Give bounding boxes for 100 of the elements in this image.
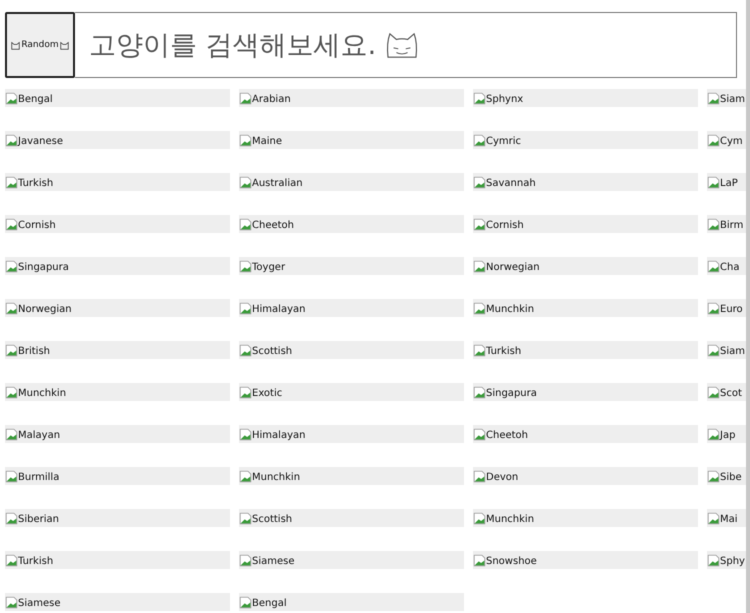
broken-image-icon <box>5 344 18 357</box>
alt-text: Malayan <box>18 429 60 443</box>
search-field[interactable]: 고양이를 검색해보세요. <box>75 12 737 78</box>
broken-image-icon <box>707 344 720 357</box>
broken-image-icon <box>5 554 18 567</box>
alt-text: Cheetoh <box>486 429 528 443</box>
broken-image-icon <box>473 512 486 525</box>
alt-text: Cym <box>720 135 743 149</box>
alt-text: Munchkin <box>252 471 300 485</box>
alt-text: Toyger <box>252 261 286 275</box>
broken-image-icon <box>473 302 486 315</box>
broken-image-icon <box>473 428 486 441</box>
broken-image-icon <box>239 302 252 315</box>
alt-text: Siam <box>720 345 745 359</box>
alt-text: Cornish <box>486 219 524 233</box>
broken-image-icon <box>473 218 486 231</box>
alt-text: Himalayan <box>252 429 306 443</box>
broken-image-icon <box>5 218 18 231</box>
alt-text: Jap <box>720 429 736 443</box>
alt-text: Snowshoe <box>486 555 537 569</box>
alt-text: Turkish <box>18 177 54 191</box>
alt-text: Siam <box>720 93 745 107</box>
alt-text: Sphynx <box>486 93 524 107</box>
broken-image-icon <box>5 386 18 399</box>
alt-text: Australian <box>252 177 303 191</box>
alt-text: Norwegian <box>486 261 540 275</box>
broken-image-icon <box>5 134 18 147</box>
broken-image-icon <box>239 92 252 105</box>
broken-image-icon <box>707 428 720 441</box>
random-button[interactable]: Random <box>5 12 75 78</box>
broken-image-icon <box>707 92 720 105</box>
alt-text: Javanese <box>18 135 63 149</box>
scrollbar[interactable] <box>746 0 750 613</box>
alt-text: Exotic <box>252 387 282 401</box>
alt-text: Scottish <box>252 513 292 527</box>
alt-text: Savannah <box>486 177 536 191</box>
broken-image-icon <box>473 386 486 399</box>
broken-image-icon <box>473 176 486 189</box>
broken-image-icon <box>473 134 486 147</box>
alt-text: LaP <box>720 177 738 191</box>
broken-image-icon <box>707 176 720 189</box>
alt-text: Devon <box>486 471 518 485</box>
broken-image-icon <box>473 554 486 567</box>
broken-image-icon <box>239 344 252 357</box>
broken-image-icon <box>5 512 18 525</box>
broken-image-icon <box>707 470 720 483</box>
alt-text: British <box>18 345 50 359</box>
alt-text: Birm <box>720 219 744 233</box>
alt-text: Turkish <box>486 345 522 359</box>
broken-image-icon <box>5 428 18 441</box>
broken-image-icon <box>239 260 252 273</box>
alt-text: Burmilla <box>18 471 60 485</box>
broken-image-icon <box>5 260 18 273</box>
alt-text: Siamese <box>18 597 61 611</box>
alt-text: Cheetoh <box>252 219 294 233</box>
broken-image-icon <box>239 386 252 399</box>
broken-image-icon <box>239 470 252 483</box>
broken-image-icon <box>239 554 252 567</box>
alt-text: Cha <box>720 261 740 275</box>
alt-text: Bengal <box>252 597 287 611</box>
alt-text: Mai <box>720 513 738 527</box>
alt-text: Cymric <box>486 135 522 149</box>
broken-image-icon <box>5 176 18 189</box>
broken-image-icon <box>5 302 18 315</box>
broken-image-icon <box>707 554 720 567</box>
broken-image-icon <box>707 260 720 273</box>
broken-image-icon <box>239 134 252 147</box>
broken-image-icon <box>707 386 720 399</box>
alt-text: Sibe <box>720 471 742 485</box>
broken-image-icon <box>239 428 252 441</box>
alt-text: Scot <box>720 387 742 401</box>
alt-text: Turkish <box>18 555 54 569</box>
alt-text: Bengal <box>18 93 53 107</box>
broken-image-icon <box>239 512 252 525</box>
alt-text: Siamese <box>252 555 295 569</box>
broken-image-icon <box>473 344 486 357</box>
broken-image-icon <box>473 260 486 273</box>
broken-image-icon <box>239 176 252 189</box>
broken-image-icon <box>5 92 18 105</box>
alt-text: Euro <box>720 303 743 317</box>
broken-image-icon <box>239 218 252 231</box>
alt-text: Scottish <box>252 345 292 359</box>
broken-image-icon <box>707 302 720 315</box>
broken-image-icon <box>473 92 486 105</box>
alt-text: Munchkin <box>486 513 534 527</box>
alt-text: Arabian <box>252 93 291 107</box>
broken-image-icon <box>5 470 18 483</box>
alt-text: Munchkin <box>486 303 534 317</box>
alt-text: Siberian <box>18 513 59 527</box>
alt-text: Himalayan <box>252 303 306 317</box>
broken-image-icon <box>239 596 252 609</box>
alt-text: Cornish <box>18 219 56 233</box>
alt-text: Singapura <box>18 261 69 275</box>
broken-image-icon <box>707 134 720 147</box>
alt-text: Sphy <box>720 555 745 569</box>
alt-text: Norwegian <box>18 303 72 317</box>
broken-image-icon <box>707 218 720 231</box>
broken-image-icon <box>707 512 720 525</box>
broken-image-icon <box>5 596 18 609</box>
broken-image-icon <box>473 470 486 483</box>
